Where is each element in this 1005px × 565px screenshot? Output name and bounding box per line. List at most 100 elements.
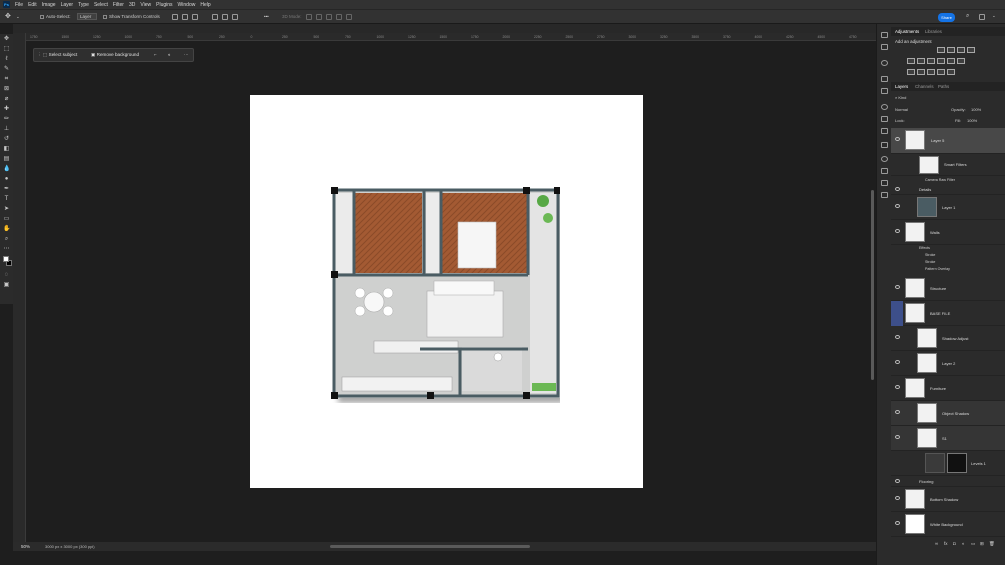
group-row[interactable]: Details: [891, 184, 1005, 195]
menu-image[interactable]: Image: [42, 2, 56, 8]
new-group-icon[interactable]: ▭: [971, 541, 975, 547]
brush-tool-icon[interactable]: ✏: [3, 116, 10, 123]
layer-row[interactable]: Levels 1: [891, 451, 1005, 476]
more-tools-icon[interactable]: ⋯: [3, 246, 10, 253]
blur-tool-icon[interactable]: 💧: [3, 166, 10, 173]
document-size[interactable]: 3000 px x 3000 px (300 ppi): [45, 544, 95, 549]
swatches-icon[interactable]: [881, 168, 888, 174]
curves-icon[interactable]: [957, 47, 965, 53]
threshold-icon[interactable]: [927, 69, 935, 75]
visibility-eye-icon[interactable]: [895, 521, 900, 525]
paragraph-icon[interactable]: [881, 128, 888, 134]
visibility-eye-icon[interactable]: [895, 229, 900, 233]
more-options-icon[interactable]: •••: [264, 14, 269, 19]
tool-preset-chevron-icon[interactable]: ⌄: [16, 14, 20, 20]
orbit-3d-icon[interactable]: [306, 14, 312, 20]
layer-row[interactable]: Layer 5: [891, 128, 1005, 154]
filter-kind-dropdown[interactable]: ⌕ Kind: [895, 95, 906, 100]
align-top-icon[interactable]: [212, 14, 218, 20]
select-subject-button[interactable]: ⬚ Select subject: [43, 52, 77, 60]
screen-mode-icon[interactable]: ▣: [3, 282, 10, 289]
layer-row[interactable]: Layer 2: [891, 351, 1005, 376]
gradients-icon[interactable]: [881, 192, 888, 198]
visibility-eye-icon[interactable]: [895, 360, 900, 364]
layer-row[interactable]: Object Shadow: [891, 401, 1005, 426]
tab-channels[interactable]: Channels: [915, 84, 934, 89]
actions-icon[interactable]: [881, 44, 888, 50]
menu-type[interactable]: Type: [78, 2, 89, 8]
pen-tool-icon[interactable]: ✒: [3, 186, 10, 193]
transform-controls-checkbox[interactable]: Show Transform Controls: [103, 14, 160, 19]
menu-help[interactable]: Help: [200, 2, 210, 8]
roll-3d-icon[interactable]: [316, 14, 322, 20]
visibility-eye-icon[interactable]: [895, 479, 900, 483]
vertical-scrollbar[interactable]: [871, 190, 874, 380]
menu-edit[interactable]: Edit: [28, 2, 37, 8]
invert-icon[interactable]: [907, 69, 915, 75]
workspace-chevron-icon[interactable]: ⌄: [992, 13, 996, 19]
link-layers-icon[interactable]: ∞: [935, 541, 938, 546]
visibility-eye-icon[interactable]: [895, 435, 900, 439]
pan-3d-icon[interactable]: [326, 14, 332, 20]
eyedropper-tool-icon[interactable]: ⌀: [3, 96, 10, 103]
visibility-eye-icon[interactable]: [895, 335, 900, 339]
remove-background-button[interactable]: ▣ Remove background: [91, 52, 139, 60]
menu-layer[interactable]: Layer: [61, 2, 74, 8]
move-tool-icon[interactable]: ✥: [5, 12, 11, 20]
fill-field[interactable]: 100%: [967, 118, 977, 123]
history-icon[interactable]: [881, 32, 888, 38]
search-icon[interactable]: ⌕: [966, 13, 969, 20]
menu-select[interactable]: Select: [94, 2, 108, 8]
channel-mixer-icon[interactable]: [957, 58, 965, 64]
marquee-tool-icon[interactable]: ⬚: [3, 46, 10, 53]
document-canvas[interactable]: [250, 95, 643, 488]
hand-tool-icon[interactable]: ✋: [3, 226, 10, 233]
zoom-tool-icon[interactable]: ⌕: [3, 236, 10, 243]
new-layer-icon[interactable]: ⊞: [980, 541, 984, 547]
visibility-eye-icon[interactable]: [895, 137, 900, 141]
effect-row[interactable]: Stroke: [891, 260, 1005, 267]
opacity-field[interactable]: 100%: [971, 107, 981, 112]
scale-3d-icon[interactable]: [346, 14, 352, 20]
menu-file[interactable]: File: [15, 2, 23, 8]
tab-libraries[interactable]: Libraries: [925, 29, 942, 34]
levels-icon[interactable]: [947, 47, 955, 53]
smart-filters-row[interactable]: Smart Filters: [891, 154, 1005, 176]
tab-paths[interactable]: Paths: [938, 84, 949, 89]
menu-filter[interactable]: Filter: [113, 2, 124, 8]
slide-3d-icon[interactable]: [336, 14, 342, 20]
quick-mask-icon[interactable]: ◌: [3, 272, 10, 279]
hue-saturation-icon[interactable]: [917, 58, 925, 64]
gradient-map-icon[interactable]: [937, 69, 945, 75]
exposure-icon[interactable]: [967, 47, 975, 53]
blend-mode-dropdown[interactable]: Normal: [895, 107, 908, 112]
crop-tool-icon[interactable]: ⌗: [3, 76, 10, 83]
layer-row[interactable]: Furniture: [891, 376, 1005, 401]
clone-stamp-tool-icon[interactable]: ⊥: [3, 126, 10, 133]
glyphs-icon[interactable]: [881, 142, 888, 148]
black-white-icon[interactable]: [937, 58, 945, 64]
visibility-eye-icon[interactable]: [895, 187, 900, 191]
menu-window[interactable]: Window: [178, 2, 196, 8]
gradient-tool-icon[interactable]: ▤: [3, 156, 10, 163]
task-transform-icon[interactable]: ⌐: [154, 52, 157, 60]
foreground-color-swatch[interactable]: [3, 256, 9, 262]
color-icon[interactable]: [881, 88, 888, 94]
align-right-icon[interactable]: [192, 14, 198, 20]
task-more-icon[interactable]: ···: [184, 52, 189, 60]
layer-row[interactable]: Layer 1: [891, 195, 1005, 220]
workspace-icon[interactable]: [979, 14, 985, 20]
photo-filter-icon[interactable]: [947, 58, 955, 64]
tab-layers[interactable]: Layers: [895, 84, 908, 89]
task-bar-handle-icon[interactable]: ⋮: [37, 52, 42, 60]
tab-adjustments[interactable]: Adjustments: [895, 29, 919, 34]
visibility-eye-icon[interactable]: [895, 204, 900, 208]
path-selection-tool-icon[interactable]: ➤: [3, 206, 10, 213]
layer-row[interactable]: White Background: [891, 512, 1005, 537]
task-adjust-icon[interactable]: ◐: [168, 52, 171, 60]
lasso-tool-icon[interactable]: ℓ: [3, 56, 10, 63]
quick-selection-tool-icon[interactable]: ✎: [3, 66, 10, 73]
character-icon[interactable]: [881, 116, 888, 122]
auto-select-target-dropdown[interactable]: Layer: [77, 13, 98, 20]
eraser-tool-icon[interactable]: ◧: [3, 146, 10, 153]
